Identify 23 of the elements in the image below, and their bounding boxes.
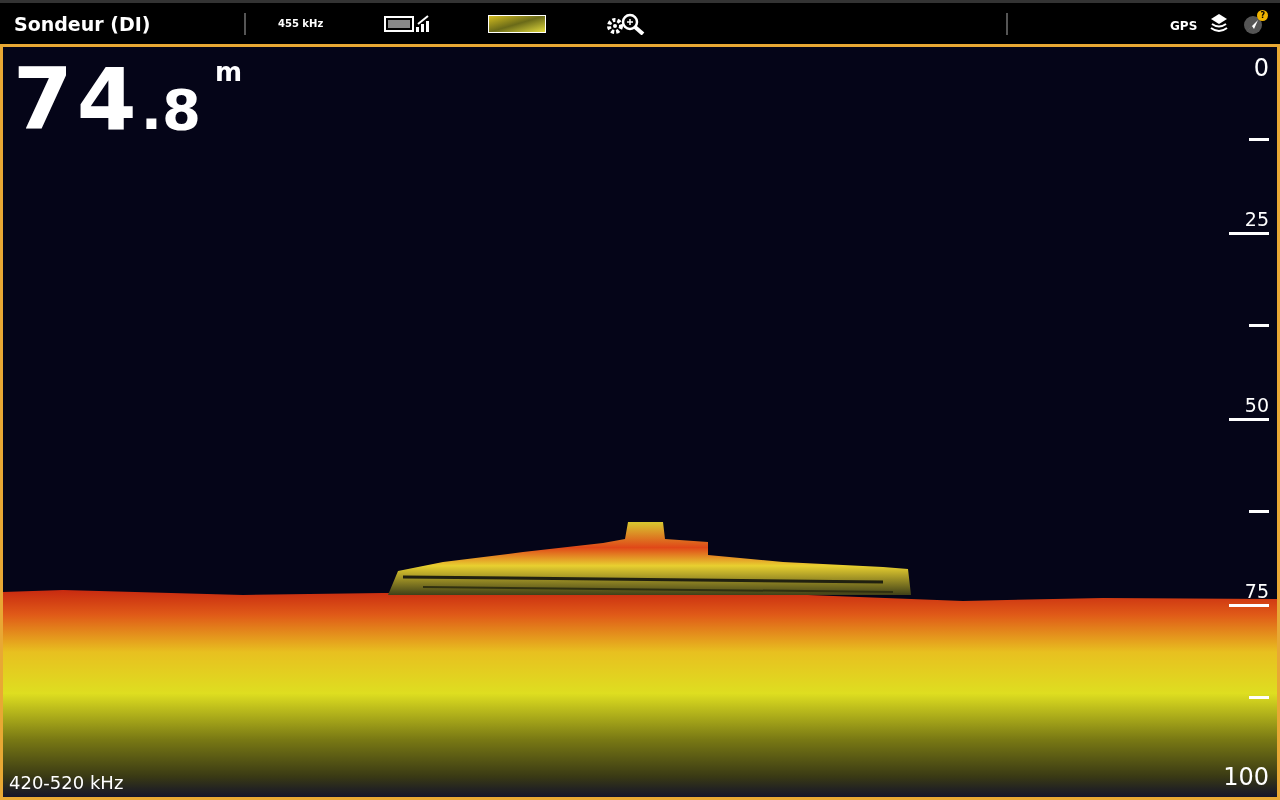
gps-status[interactable]: GPS bbox=[1170, 14, 1198, 33]
depth-reading: 74 bbox=[13, 49, 141, 149]
depth-scale-tick bbox=[1249, 510, 1269, 513]
depth-scale-label: 75 bbox=[1244, 581, 1269, 601]
depth-scale-label: 0 bbox=[1253, 55, 1269, 81]
depth-unit: m bbox=[214, 57, 243, 87]
depth-scale-tick bbox=[1249, 696, 1269, 699]
page-title: Sondeur (DI) bbox=[14, 12, 152, 35]
frequency-range-label: 420-520 kHz bbox=[9, 772, 124, 793]
depth-decimal: .8 bbox=[140, 77, 201, 142]
sonar-view-icon[interactable] bbox=[384, 14, 432, 33]
settings-search-icon[interactable] bbox=[606, 12, 646, 35]
depth-scale-label: 25 bbox=[1244, 209, 1269, 229]
alert-badge[interactable]: ? bbox=[1257, 9, 1269, 21]
frequency-label[interactable]: 455 kHz bbox=[278, 18, 384, 29]
depth-scale-label: 50 bbox=[1244, 395, 1269, 415]
color-palette-icon[interactable] bbox=[488, 14, 546, 33]
depth-scale-tick bbox=[1249, 138, 1269, 141]
depth-scale-label: 100 bbox=[1223, 764, 1269, 790]
depth-scale-tick bbox=[1229, 232, 1269, 235]
depth-scale-tick bbox=[1249, 324, 1269, 327]
depth-scale-tick bbox=[1229, 418, 1269, 421]
depth-scale-tick bbox=[1229, 604, 1269, 607]
